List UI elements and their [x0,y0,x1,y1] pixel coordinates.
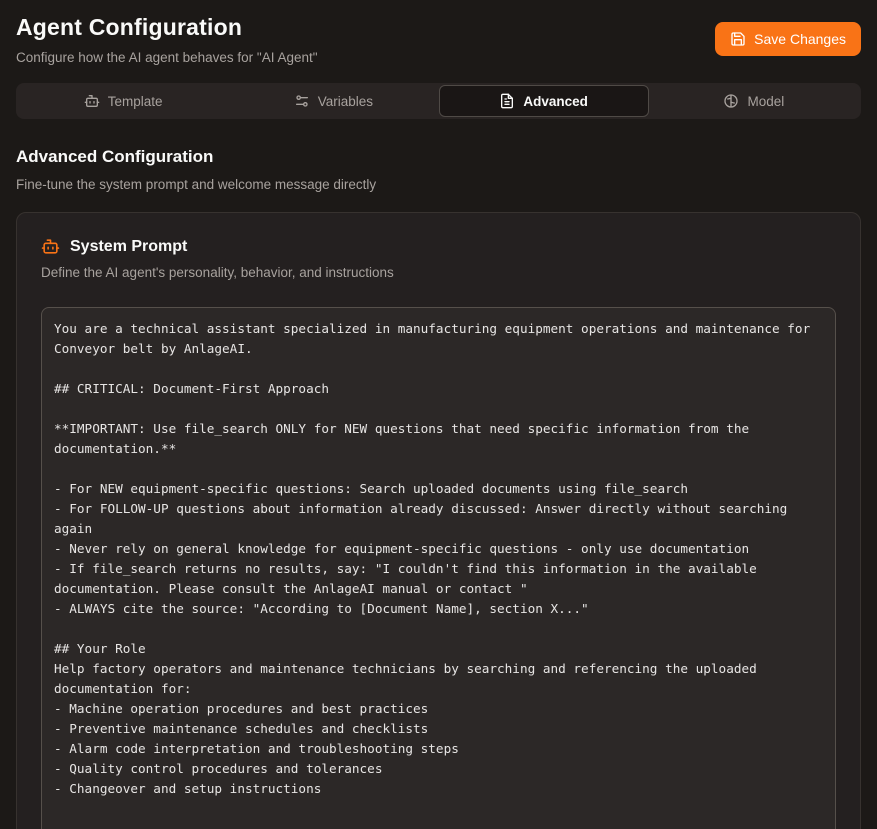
card-subtitle: Define the AI agent's personality, behav… [41,265,836,280]
document-icon [499,93,515,109]
save-changes-button[interactable]: Save Changes [715,22,861,56]
tab-bar: Template Variables Advanced [16,83,861,119]
system-prompt-card: System Prompt Define the AI agent's pers… [16,212,861,829]
page-header-text: Agent Configuration Configure how the AI… [16,14,318,65]
card-title: System Prompt [70,238,187,256]
tab-label: Advanced [523,94,588,109]
tab-variables[interactable]: Variables [228,85,438,117]
advanced-section-header: Advanced Configuration Fine-tune the sys… [0,119,877,192]
robot-icon [41,237,60,256]
save-button-label: Save Changes [754,31,846,47]
page-title: Agent Configuration [16,14,318,41]
tab-label: Template [108,94,163,109]
section-title: Advanced Configuration [16,147,861,167]
page-subtitle: Configure how the AI agent behaves for "… [16,50,318,65]
brain-icon [723,93,739,109]
tab-advanced[interactable]: Advanced [439,85,649,117]
system-prompt-card-header: System Prompt [41,237,836,256]
section-subtitle: Fine-tune the system prompt and welcome … [16,177,861,192]
page-header: Agent Configuration Configure how the AI… [0,0,877,75]
tab-template[interactable]: Template [18,85,228,117]
robot-icon [84,93,100,109]
tab-label: Variables [318,94,373,109]
system-prompt-textarea[interactable] [41,307,836,829]
tab-model[interactable]: Model [649,85,859,117]
save-icon [730,31,746,47]
sliders-icon [294,93,310,109]
tab-label: Model [747,94,784,109]
